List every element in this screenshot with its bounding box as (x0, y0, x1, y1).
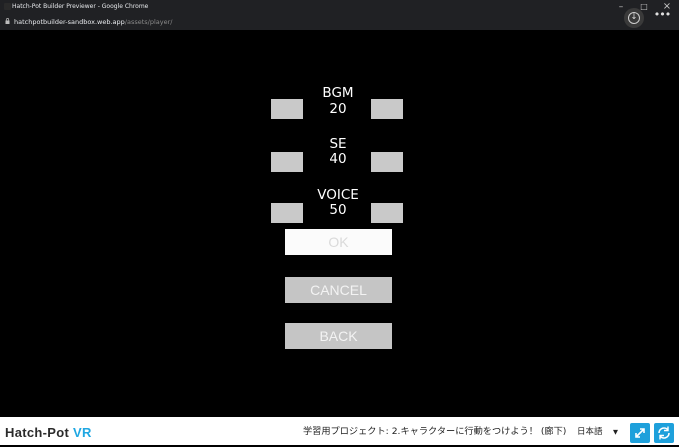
refresh-icon (658, 426, 670, 440)
ok-button[interactable]: OK (285, 229, 392, 255)
se-decrease-button[interactable] (271, 152, 303, 172)
bgm-increase-button[interactable] (371, 99, 403, 119)
brand-vr: VR (73, 425, 92, 440)
se-label: SE (329, 136, 347, 152)
chevron-down-icon[interactable]: ▼ (613, 426, 618, 439)
app-logo-icon (4, 3, 11, 10)
url-path: /assets/player/ (124, 18, 173, 26)
voice-decrease-button[interactable] (271, 203, 303, 223)
sync-button[interactable] (654, 423, 674, 443)
fullscreen-button[interactable] (630, 423, 650, 443)
window-titlebar: Hatch-Pot Builder Previewer - Google Chr… (0, 0, 679, 14)
brand-name: Hatch-Pot (5, 425, 70, 440)
download-button[interactable]: ↓ (624, 8, 644, 28)
language-select[interactable]: 日本語 (577, 426, 603, 439)
window-title: Hatch-Pot Builder Previewer - Google Chr… (12, 3, 149, 10)
download-arrow-icon: ↓ (630, 12, 638, 21)
back-button[interactable]: BACK (285, 323, 392, 349)
brand-logo: Hatch-Pot VR (5, 425, 92, 441)
more-options-button[interactable]: ••• (652, 8, 672, 26)
footer-bar: Hatch-Pot VR 学習用プロジェクト: 2.キャラクターに行動をつけよう… (0, 417, 679, 445)
cancel-button[interactable]: CANCEL (285, 277, 392, 303)
bgm-decrease-button[interactable] (271, 99, 303, 119)
voice-increase-button[interactable] (371, 203, 403, 223)
project-title: 学習用プロジェクト: 2.キャラクターに行動をつけよう！ (廊下) (303, 426, 567, 437)
url-host: hatchpotbuilder-sandbox.web.app (14, 18, 125, 26)
url-text[interactable]: hatchpotbuilder-sandbox.web.app/assets/p… (14, 16, 172, 28)
more-horizontal-icon: ••• (653, 8, 671, 21)
bgm-label: BGM (322, 85, 354, 101)
voice-label: VOICE (317, 187, 359, 203)
se-increase-button[interactable] (371, 152, 403, 172)
lock-icon (5, 18, 10, 24)
address-bar: hatchpotbuilder-sandbox.web.app/assets/p… (0, 14, 679, 30)
expand-icon (635, 428, 645, 438)
